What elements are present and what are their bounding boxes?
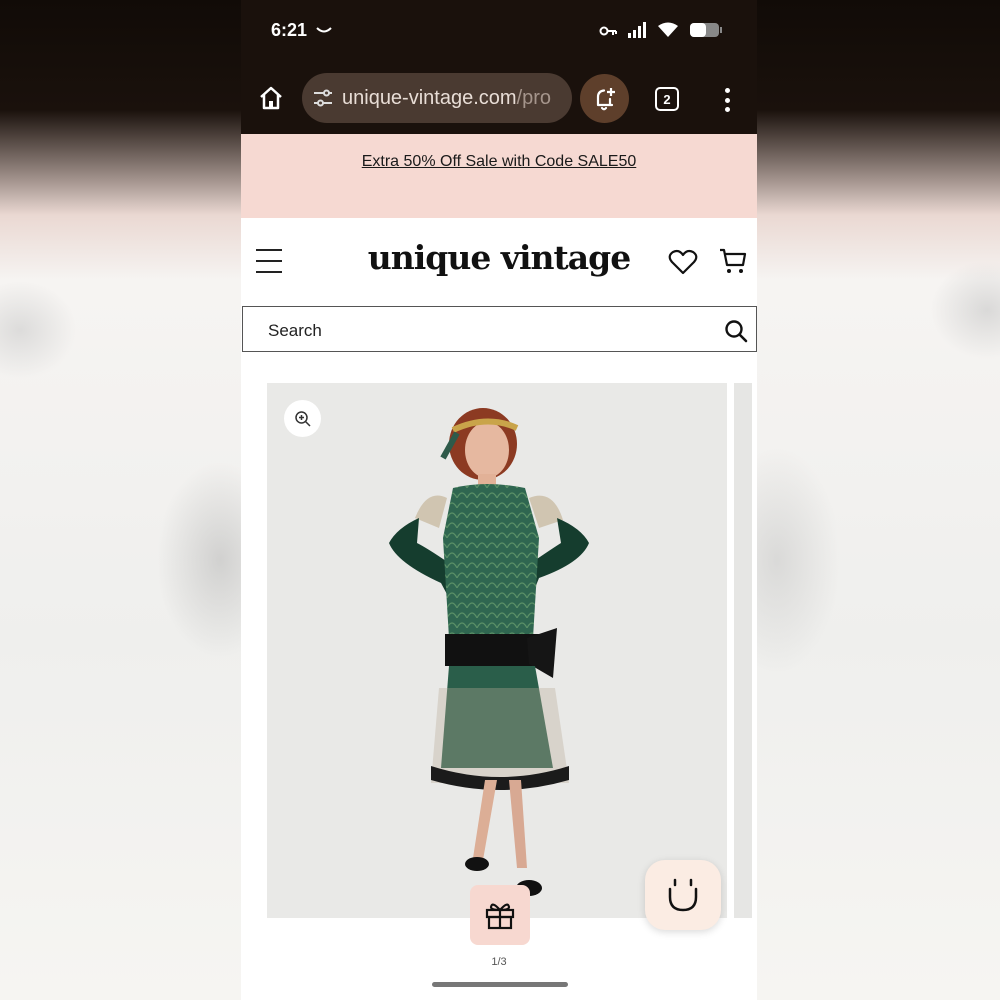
next-product-image-peek[interactable] <box>734 383 752 918</box>
tune-icon[interactable] <box>312 87 334 109</box>
url-path: /pro <box>516 86 552 109</box>
notification-button[interactable] <box>580 74 629 123</box>
wifi-icon <box>657 22 679 43</box>
blurred-background-left <box>0 0 241 1000</box>
url-bar[interactable]: unique-vintage.com/pro <box>302 73 572 123</box>
smile-icon <box>315 22 333 40</box>
battery-icon <box>689 22 723 43</box>
gift-button[interactable] <box>470 885 530 945</box>
product-image[interactable] <box>267 383 727 918</box>
zoom-in-icon <box>294 410 311 427</box>
gesture-home-bar[interactable] <box>432 982 568 987</box>
promo-banner: Extra 50% Off Sale with Code SALE50 <box>241 134 757 218</box>
key-icon <box>599 24 617 42</box>
heart-icon <box>668 249 698 275</box>
search-icon[interactable] <box>724 319 748 343</box>
tab-switcher-button[interactable]: 2 <box>655 87 679 111</box>
cart-icon <box>720 248 747 273</box>
gift-icon <box>485 903 515 930</box>
promo-link[interactable]: Extra 50% Off Sale with Code SALE50 <box>362 153 637 171</box>
cart-button[interactable] <box>719 246 747 276</box>
smiley-chat-icon <box>668 878 698 912</box>
gallery-page-indicator: 1/3 <box>491 956 507 968</box>
status-time: 6:21 <box>271 20 308 40</box>
zoom-button[interactable] <box>284 400 321 437</box>
search-placeholder: Search <box>268 321 322 340</box>
browser-toolbar: unique-vintage.com/pro 2 <box>241 62 757 134</box>
more-vert-icon[interactable] <box>717 86 737 114</box>
status-bar: 6:21 <box>241 0 757 62</box>
site-header: unique vintage <box>241 218 757 306</box>
bell-plus-icon <box>596 87 615 110</box>
url-host: unique-vintage.com <box>342 86 517 109</box>
url-text: unique-vintage.com/pro <box>342 87 551 110</box>
wishlist-button[interactable] <box>668 248 698 276</box>
signal-icon <box>627 22 647 43</box>
blurred-background-right <box>757 0 1000 1000</box>
search-input[interactable]: Search <box>242 306 757 352</box>
phone-screen: 6:21 unique-vintage.com/pro 2 Extra 50% … <box>241 0 757 1000</box>
home-button[interactable] <box>257 84 285 112</box>
home-icon <box>260 86 282 110</box>
chat-widget-button[interactable] <box>645 860 721 930</box>
model-photo <box>389 408 589 896</box>
